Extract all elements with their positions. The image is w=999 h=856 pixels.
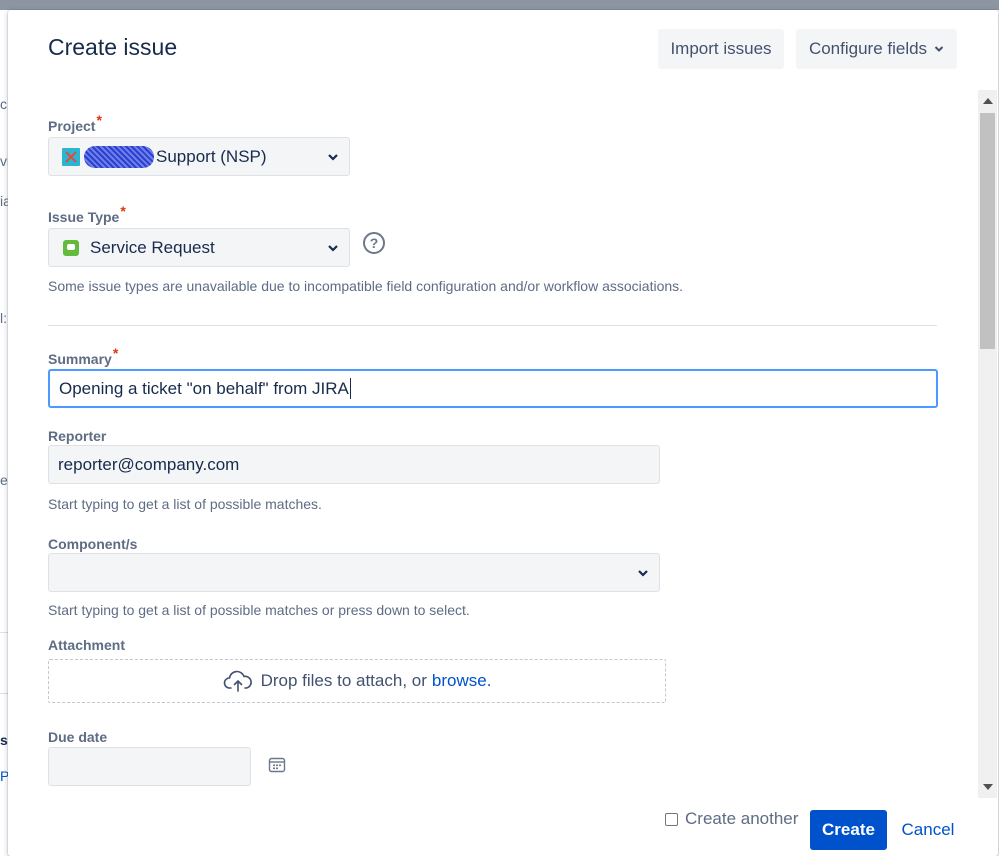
dialog-body: Project* Support (NSP) Issue Type* Servi…	[8, 88, 978, 798]
dialog-header: Create issue Import issues Configure fie…	[8, 10, 998, 88]
text-caret	[349, 378, 351, 399]
section-divider	[48, 325, 937, 326]
create-another-label: Create another	[685, 809, 799, 828]
question-circle-icon[interactable]: ?	[363, 232, 385, 254]
configure-fields-label: Configure fields	[808, 39, 928, 58]
background-text: c	[0, 96, 7, 112]
create-button[interactable]: Create	[810, 810, 887, 850]
browse-link[interactable]: browse.	[432, 671, 492, 691]
configure-fields-button[interactable]: Configure fields	[796, 29, 957, 69]
required-marker: *	[96, 112, 102, 128]
reporter-hint: Start typing to get a list of possible m…	[48, 496, 322, 512]
issue-type-label-text: Issue Type	[48, 209, 120, 225]
dialog-footer: Create another Create Cancel	[8, 798, 998, 856]
reporter-input-value: reporter@company.com	[58, 454, 240, 474]
calendar-icon[interactable]	[268, 756, 286, 773]
scroll-up-arrow-icon[interactable]	[983, 98, 993, 104]
create-another-checkbox[interactable]	[665, 812, 678, 826]
create-another-toggle[interactable]: Create another	[665, 809, 798, 829]
dialog-title: Create issue	[48, 34, 178, 60]
attachment-dropzone[interactable]: Drop files to attach, or browse.	[48, 659, 666, 703]
issue-type-select[interactable]: Service Request	[48, 228, 350, 267]
attachment-label: Attachment	[48, 637, 126, 653]
project-avatar-icon	[62, 147, 80, 166]
components-select[interactable]	[48, 553, 660, 592]
create-issue-dialog: Create issue Import issues Configure fie…	[8, 10, 998, 856]
chevron-down-icon	[328, 154, 338, 161]
dialog-scrollbar[interactable]	[978, 90, 997, 798]
issue-type-note: Some issue types are unavailable due to …	[48, 278, 684, 294]
chevron-down-icon	[934, 46, 944, 52]
scroll-down-arrow-icon[interactable]	[983, 784, 993, 790]
background-text: l:	[0, 310, 7, 326]
project-label-text: Project	[48, 118, 96, 134]
summary-label-text: Summary	[48, 351, 112, 367]
due-date-label: Due date	[48, 729, 108, 745]
cancel-button[interactable]: Cancel	[896, 810, 960, 850]
create-button-label: Create	[822, 820, 875, 839]
reporter-label: Reporter	[48, 428, 107, 444]
issue-type-label: Issue Type*	[48, 203, 126, 225]
summary-input-value: Opening a ticket "on behalf" from JIRA	[59, 378, 349, 398]
required-marker: *	[120, 203, 126, 219]
summary-label: Summary*	[48, 345, 118, 367]
cancel-button-label: Cancel	[901, 820, 955, 839]
dropzone-text: Drop files to attach, or	[260, 671, 427, 690]
chevron-down-icon	[638, 570, 648, 577]
due-date-input[interactable]	[48, 747, 251, 786]
issue-type-select-value: Service Request	[90, 237, 215, 257]
import-issues-button[interactable]: Import issues	[658, 29, 784, 69]
summary-input[interactable]: Opening a ticket "on behalf" from JIRA	[48, 369, 938, 408]
cloud-upload-icon	[223, 670, 252, 692]
import-issues-label: Import issues	[670, 39, 772, 58]
background-text: e	[0, 472, 8, 488]
components-label: Component/s	[48, 536, 138, 552]
project-select-value: Support (NSP)	[156, 146, 267, 166]
background-text: s	[0, 732, 8, 748]
scrollbar-thumb[interactable]	[980, 113, 995, 349]
chevron-down-icon	[328, 245, 338, 252]
required-marker: *	[112, 345, 119, 361]
redacted-scribble	[84, 145, 154, 168]
project-label: Project*	[48, 112, 102, 134]
service-request-icon	[63, 239, 79, 256]
project-select[interactable]: Support (NSP)	[48, 137, 350, 176]
reporter-input[interactable]: reporter@company.com	[48, 445, 660, 484]
components-hint: Start typing to get a list of possible m…	[48, 602, 470, 618]
